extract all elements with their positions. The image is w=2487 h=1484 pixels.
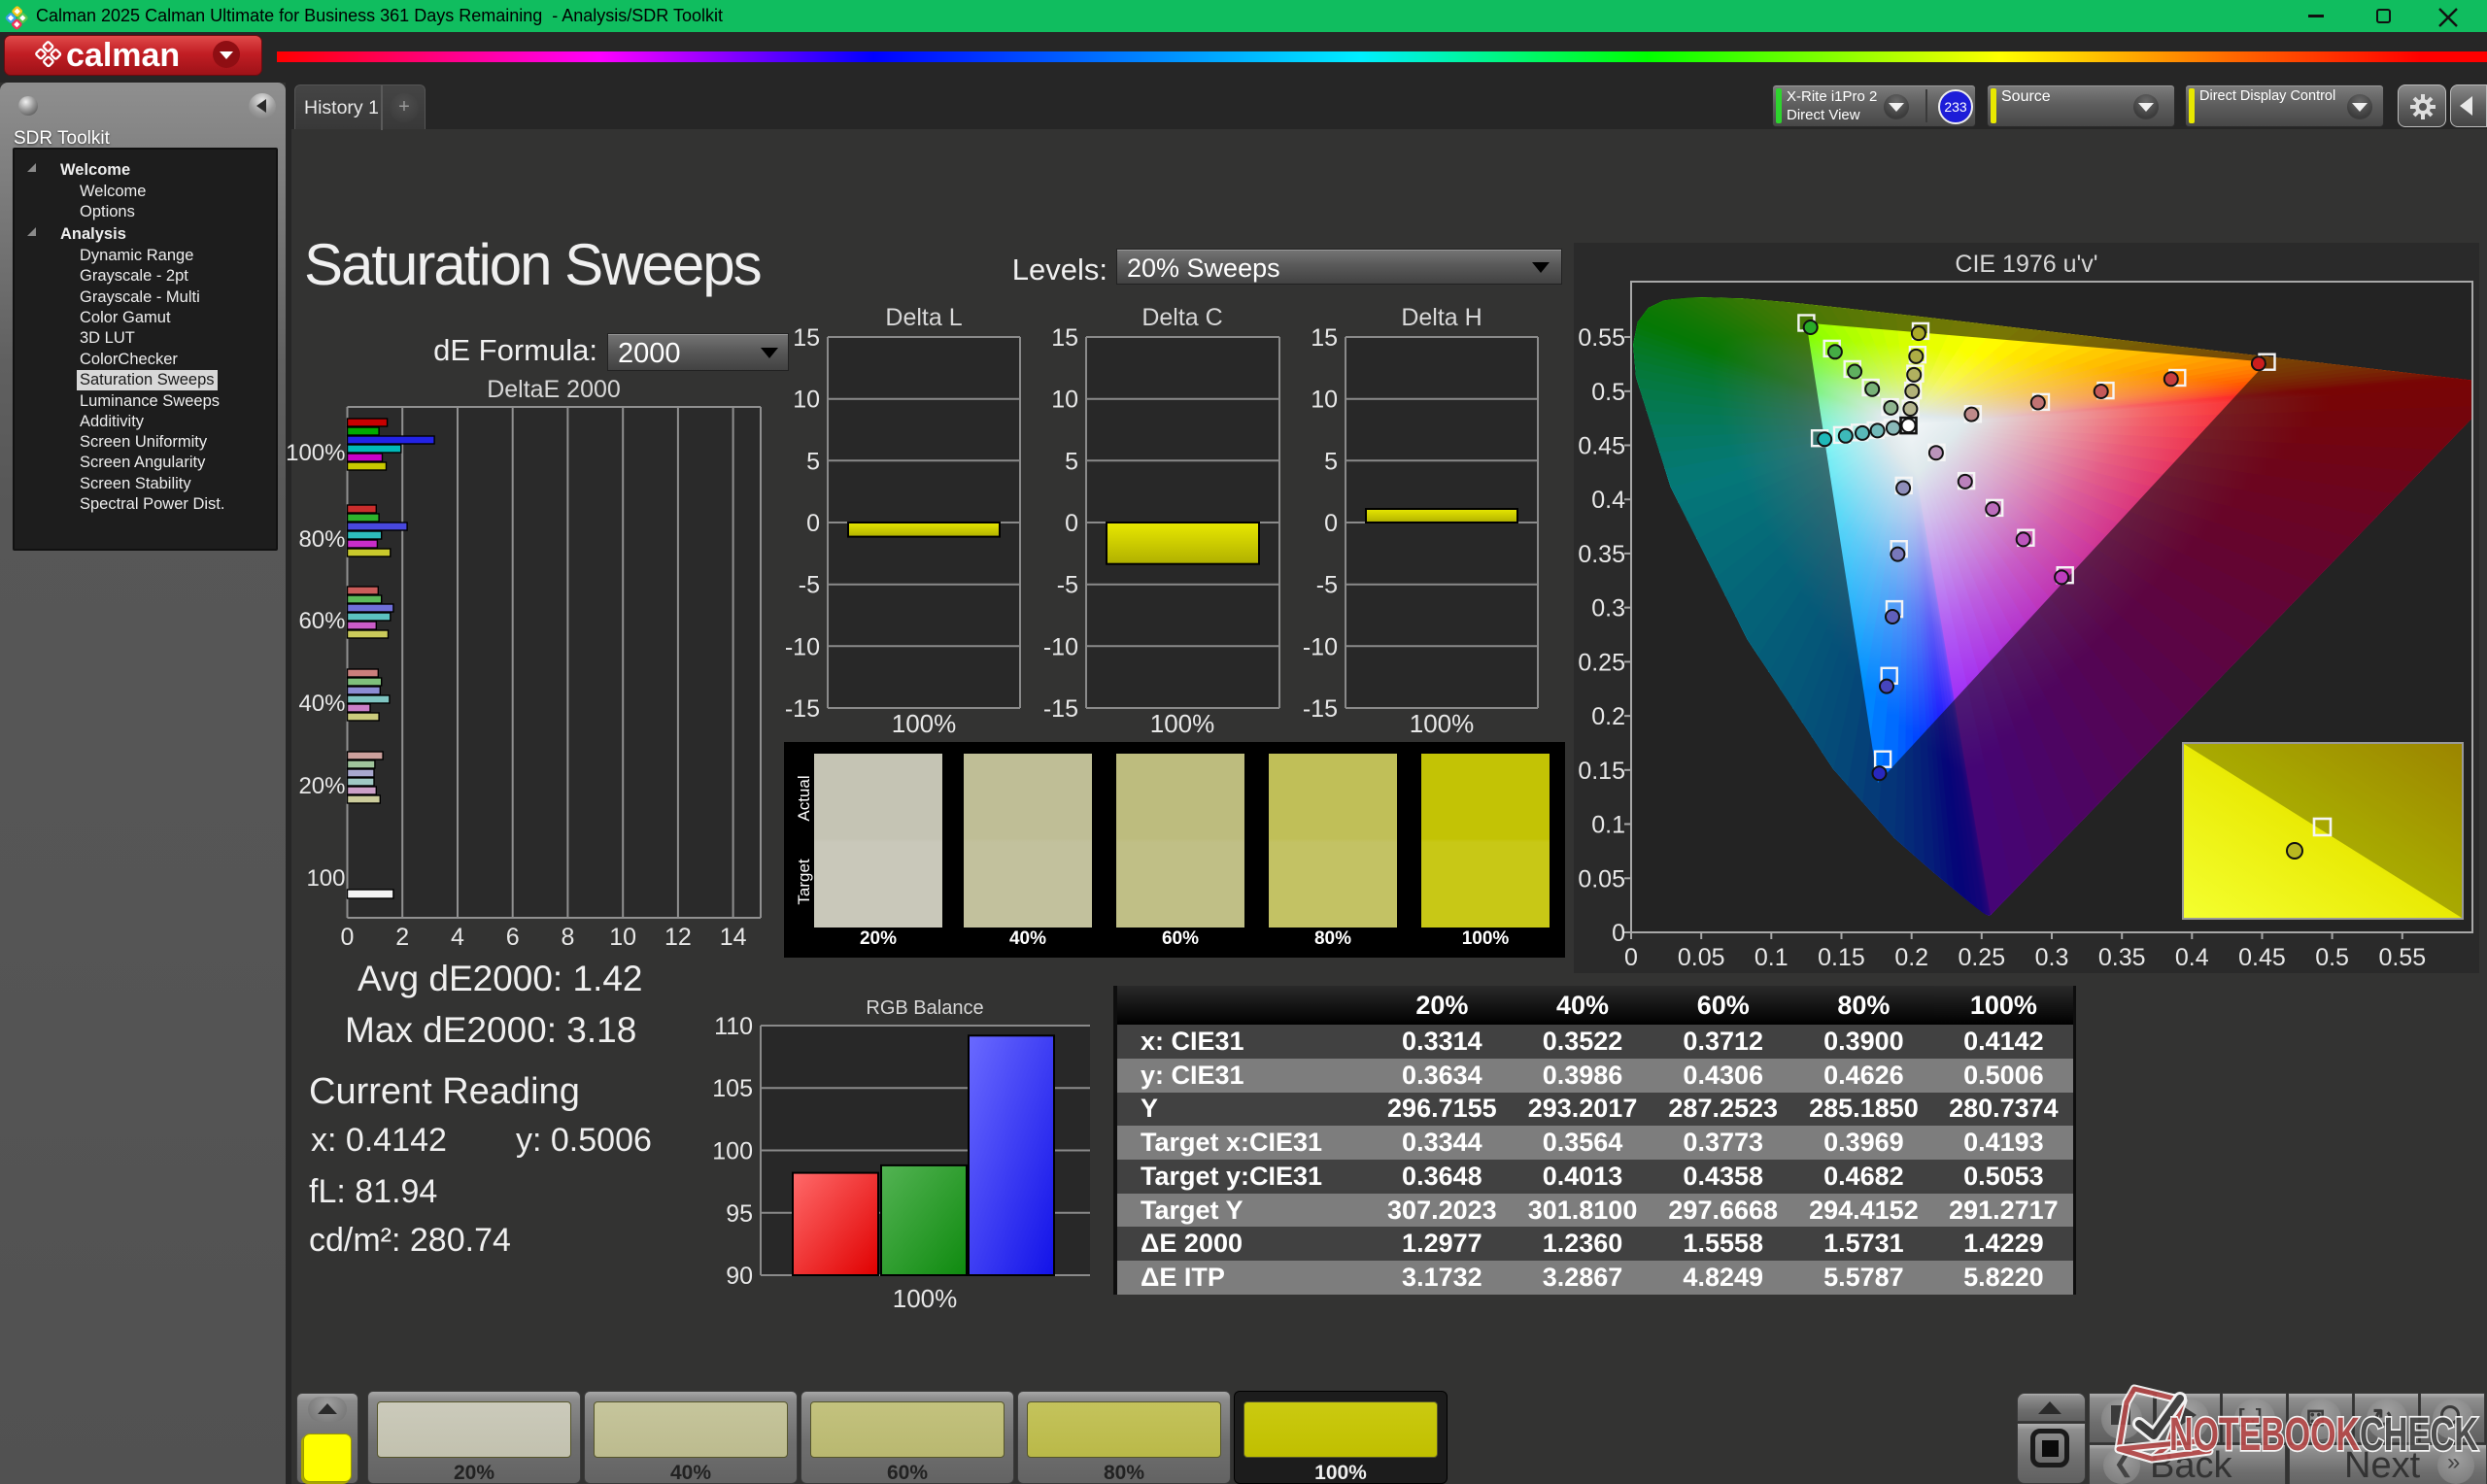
svg-text:Delta L: Delta L <box>885 304 962 331</box>
svg-text:-5: -5 <box>799 572 820 599</box>
svg-text:10: 10 <box>609 924 636 951</box>
svg-text:-10: -10 <box>1043 633 1078 660</box>
svg-text:0.3: 0.3 <box>2035 944 2069 971</box>
svg-text:100%: 100% <box>1410 709 1475 738</box>
svg-text:20%: 20% <box>298 773 345 799</box>
svg-text:110: 110 <box>714 1013 753 1040</box>
svg-text:0.5: 0.5 <box>2315 944 2349 971</box>
svg-text:-10: -10 <box>1303 633 1338 660</box>
svg-text:Delta H: Delta H <box>1401 304 1482 331</box>
svg-text:0.25: 0.25 <box>1958 944 2005 971</box>
svg-text:100%: 100% <box>893 1284 958 1313</box>
svg-text:5: 5 <box>1324 448 1338 475</box>
svg-text:0.55: 0.55 <box>2378 944 2426 971</box>
svg-text:0.05: 0.05 <box>1678 944 1725 971</box>
svg-text:10: 10 <box>1051 387 1078 414</box>
svg-text:10: 10 <box>1311 387 1338 414</box>
svg-text:0.2: 0.2 <box>1894 944 1928 971</box>
svg-text:-15: -15 <box>1303 695 1338 723</box>
svg-text:0.45: 0.45 <box>2238 944 2286 971</box>
svg-text:calman: calman <box>66 37 180 74</box>
svg-text:0.1: 0.1 <box>1591 812 1625 839</box>
svg-text:0.4: 0.4 <box>1591 487 1625 514</box>
svg-text:5: 5 <box>806 448 820 475</box>
svg-text:0.4: 0.4 <box>2175 944 2209 971</box>
svg-text:-5: -5 <box>1316 572 1338 599</box>
svg-text:15: 15 <box>1051 324 1078 352</box>
svg-text:0.5: 0.5 <box>1591 379 1625 406</box>
svg-text:DeltaE 2000: DeltaE 2000 <box>487 376 621 403</box>
svg-text:80%: 80% <box>298 526 345 553</box>
svg-text:0: 0 <box>1065 510 1078 537</box>
svg-text:NOTEBOOK: NOTEBOOK <box>2169 1409 2360 1461</box>
svg-text:10: 10 <box>793 387 820 414</box>
svg-text:4: 4 <box>451 924 464 951</box>
svg-text:0: 0 <box>1612 920 1625 947</box>
svg-text:0: 0 <box>1624 944 1638 971</box>
svg-text:100: 100 <box>306 865 345 892</box>
svg-text:0.15: 0.15 <box>1818 944 1865 971</box>
svg-text:-10: -10 <box>785 633 820 660</box>
svg-text:5: 5 <box>1065 448 1078 475</box>
svg-text:0.2: 0.2 <box>1591 703 1625 730</box>
svg-text:-5: -5 <box>1057 572 1078 599</box>
svg-text:14: 14 <box>720 924 747 951</box>
svg-text:0: 0 <box>1324 510 1338 537</box>
svg-text:60%: 60% <box>298 608 345 634</box>
svg-text:95: 95 <box>726 1200 753 1228</box>
svg-text:100%: 100% <box>286 440 345 466</box>
svg-text:2: 2 <box>395 924 409 951</box>
svg-text:-15: -15 <box>785 695 820 723</box>
svg-text:RGB Balance: RGB Balance <box>866 997 983 1019</box>
svg-text:0.15: 0.15 <box>1578 758 1625 785</box>
svg-text:90: 90 <box>726 1263 753 1290</box>
svg-text:105: 105 <box>712 1075 753 1102</box>
svg-text:100%: 100% <box>892 709 957 738</box>
svg-text:0.45: 0.45 <box>1578 433 1625 460</box>
svg-text:15: 15 <box>1311 324 1338 352</box>
svg-text:40%: 40% <box>298 691 345 717</box>
svg-text:15: 15 <box>793 324 820 352</box>
svg-text:0.35: 0.35 <box>1578 541 1625 568</box>
svg-text:Delta C: Delta C <box>1141 304 1222 331</box>
svg-text:0.1: 0.1 <box>1755 944 1789 971</box>
svg-text:0: 0 <box>806 510 820 537</box>
svg-text:0.55: 0.55 <box>1578 324 1625 352</box>
svg-text:12: 12 <box>664 924 692 951</box>
svg-text:CHECK: CHECK <box>2360 1409 2478 1461</box>
svg-text:0.05: 0.05 <box>1578 865 1625 893</box>
svg-text:0.3: 0.3 <box>1591 595 1625 623</box>
svg-text:0.35: 0.35 <box>2098 944 2146 971</box>
svg-text:-15: -15 <box>1043 695 1078 723</box>
svg-text:6: 6 <box>506 924 520 951</box>
svg-text:0: 0 <box>341 924 355 951</box>
svg-text:100: 100 <box>712 1138 753 1165</box>
svg-text:CIE 1976 u'v': CIE 1976 u'v' <box>1955 251 2097 278</box>
svg-text:100%: 100% <box>1150 709 1215 738</box>
svg-text:8: 8 <box>561 924 574 951</box>
svg-text:0.25: 0.25 <box>1578 649 1625 676</box>
